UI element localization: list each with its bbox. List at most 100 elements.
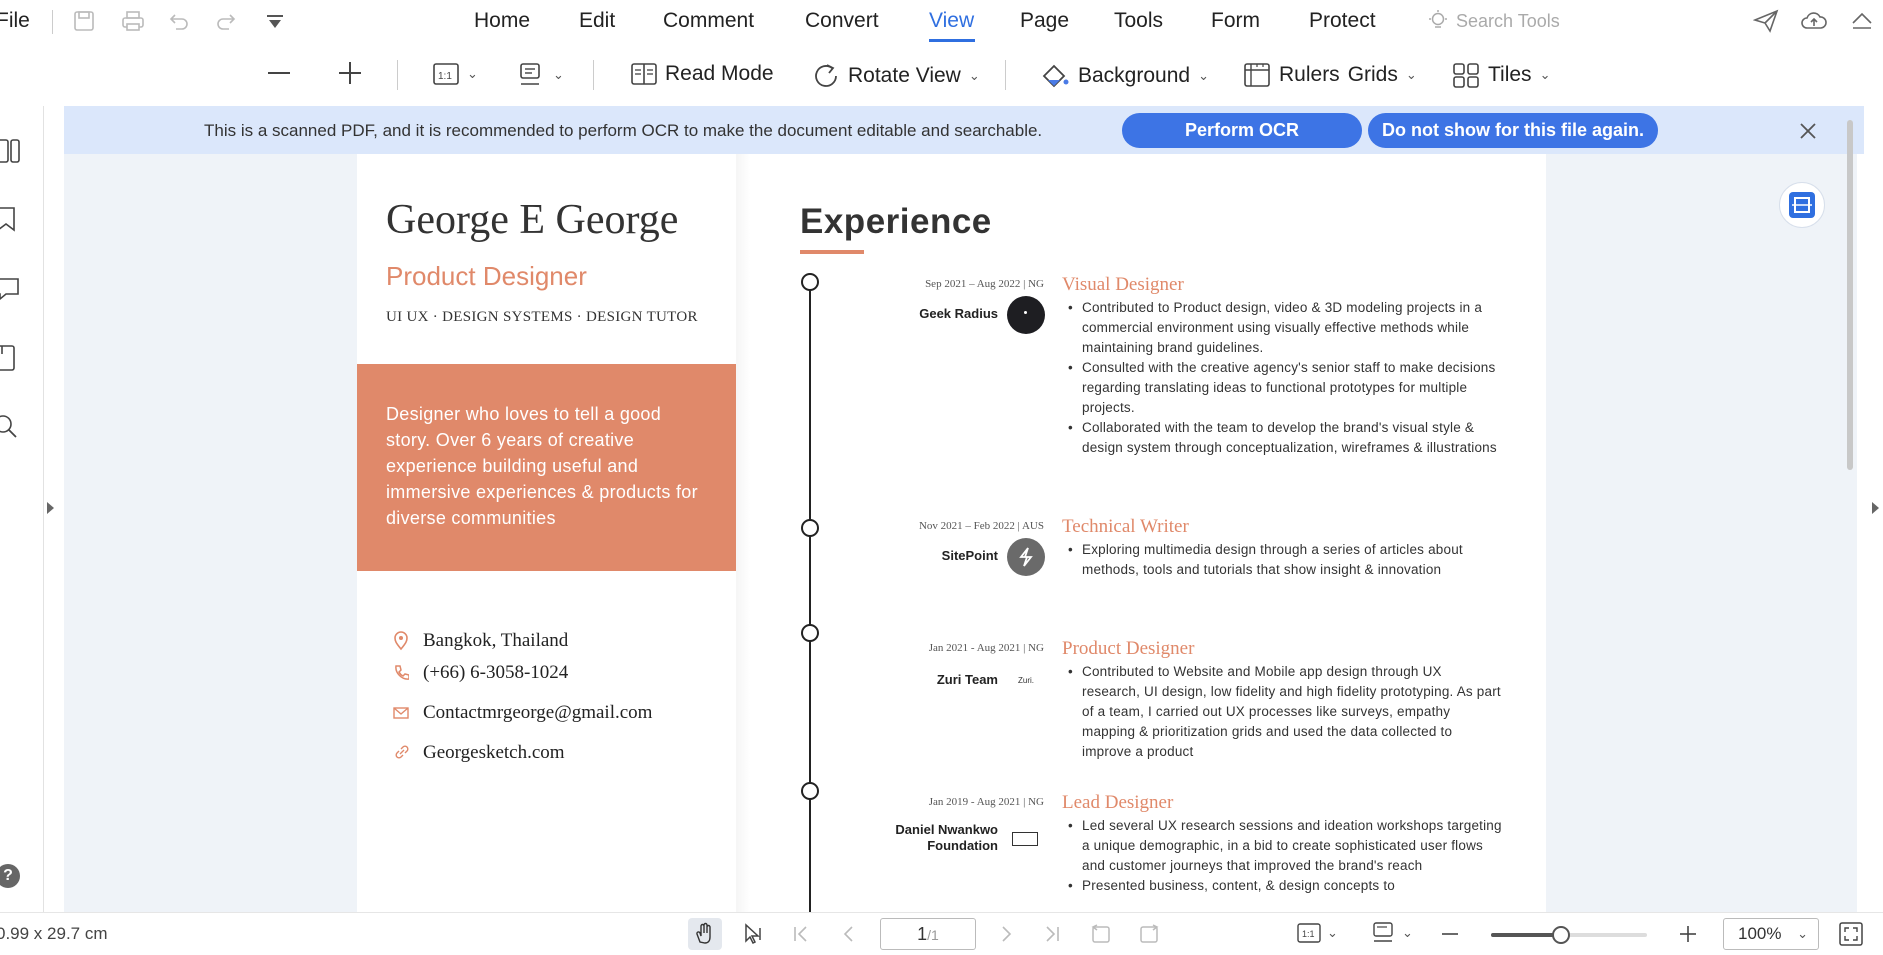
job-bullets: Contributed to Website and Mobile app de… — [1062, 662, 1502, 762]
page-size-readout: 0.99 x 29.7 cm — [0, 924, 108, 943]
contact-location: Bangkok, Thailand — [393, 630, 568, 652]
search-tools-input[interactable]: Search Tools — [1456, 11, 1560, 32]
ocr-notice-message: This is a scanned PDF, and it is recomme… — [204, 121, 1043, 140]
expand-right-panel-icon[interactable] — [1872, 502, 1879, 514]
rotate-view-dropdown[interactable]: Rotate View ⌄ — [812, 62, 980, 90]
status-actual-size-dropdown[interactable]: 1:1 ⌄ — [1297, 922, 1338, 944]
chevron-down-icon: ⌄ — [1797, 926, 1808, 941]
vertical-scrollbar[interactable] — [1847, 120, 1853, 470]
job-company: Daniel Nwankwo Foundation — [895, 822, 998, 854]
page-display-icon — [1373, 922, 1393, 942]
close-icon[interactable] — [1799, 122, 1817, 140]
next-page-icon[interactable] — [995, 923, 1017, 945]
save-icon[interactable] — [73, 10, 95, 32]
experience-timeline — [809, 282, 811, 912]
page-display-icon — [520, 63, 540, 85]
do-not-show-again-button[interactable]: Do not show for this file again. — [1368, 113, 1658, 148]
hand-icon — [696, 922, 711, 944]
job-bullet: Collaborated with the team to develop th… — [1062, 418, 1502, 458]
attachment-icon[interactable] — [0, 344, 20, 372]
zoom-in-icon[interactable] — [1677, 923, 1699, 945]
expand-left-panel-icon[interactable] — [47, 502, 54, 514]
menu-view[interactable]: View — [929, 9, 974, 33]
menu-comment[interactable]: Comment — [663, 9, 754, 33]
help-icon[interactable]: ? — [0, 864, 20, 888]
tiles-dropdown[interactable]: Tiles ⌄ — [1452, 62, 1550, 88]
rulers-grids-dropdown[interactable]: Rulers Grids ⌄ — [1243, 62, 1417, 88]
first-page-icon[interactable] — [790, 923, 812, 945]
link-icon — [395, 745, 409, 759]
menu-form[interactable]: Form — [1211, 9, 1260, 33]
tiles-label: Tiles — [1488, 63, 1532, 86]
menu-edit[interactable]: Edit — [579, 9, 615, 33]
experience-heading: Experience — [800, 202, 992, 241]
column-divider — [736, 154, 750, 912]
job-title: Technical Writer — [1062, 516, 1189, 537]
contact-email-text: Contactmrgeorge@gmail.com — [423, 702, 653, 723]
last-page-icon[interactable] — [1041, 923, 1063, 945]
status-bar: 0.99 x 29.7 cm 1/1 1:1 ⌄ ⌄ 100% ⌄ — [0, 912, 1883, 954]
chevron-down-icon: ⌄ — [1198, 68, 1209, 83]
zoom-slider[interactable] — [1491, 926, 1647, 944]
send-icon[interactable] — [1753, 9, 1779, 33]
menu-divider — [52, 10, 53, 34]
job-title: Product Designer — [1062, 638, 1195, 659]
print-icon[interactable] — [121, 10, 145, 32]
bookmark-icon[interactable] — [0, 206, 20, 232]
status-page-display-dropdown[interactable]: ⌄ — [1372, 921, 1413, 945]
actual-size-dropdown[interactable]: 1:1 ⌄ — [433, 62, 478, 86]
tiles-icon — [1453, 63, 1479, 88]
back-view-icon[interactable] — [1089, 922, 1113, 946]
chevron-down-icon: ⌄ — [1405, 67, 1417, 82]
undo-icon[interactable] — [168, 10, 190, 32]
svg-text:1:1: 1:1 — [438, 71, 452, 82]
job-company-line: Foundation — [927, 838, 998, 853]
job-bullet: Contributed to Website and Mobile app de… — [1062, 662, 1502, 762]
page-number-field[interactable]: 1/1 — [880, 918, 976, 950]
contact-email: Contactmrgeorge@gmail.com — [393, 702, 652, 724]
ocr-floating-button[interactable] — [1779, 182, 1825, 228]
menu-convert[interactable]: Convert — [805, 9, 879, 33]
zoom-in-icon[interactable] — [337, 60, 363, 86]
job-bullet: Consulted with the creative agency's sen… — [1062, 358, 1502, 418]
perform-ocr-button[interactable]: Perform OCR — [1122, 113, 1362, 148]
zoom-level-select[interactable]: 100% ⌄ — [1723, 918, 1819, 950]
fit-page-icon[interactable] — [1838, 921, 1864, 947]
collapse-ribbon-icon[interactable] — [1850, 9, 1874, 33]
experience-heading-underline — [800, 250, 864, 254]
job-company-line: Daniel Nwankwo — [895, 822, 998, 837]
menu-home[interactable]: Home — [474, 9, 530, 33]
thumbnails-icon[interactable] — [0, 138, 22, 164]
resume-role: Product Designer — [386, 261, 587, 291]
job-bullets: Contributed to Product design, video & 3… — [1062, 298, 1502, 458]
forward-view-icon[interactable] — [1137, 922, 1161, 946]
background-dropdown[interactable]: Background ⌄ — [1040, 62, 1209, 90]
location-pin-icon — [394, 631, 408, 651]
page-display-dropdown[interactable]: ⌄ — [519, 62, 564, 88]
select-tool-icon[interactable] — [742, 922, 766, 946]
toolbar-divider — [593, 60, 594, 90]
rotate-icon — [815, 64, 837, 87]
zoom-out-icon[interactable] — [1439, 923, 1461, 945]
menu-page[interactable]: Page — [1020, 9, 1069, 33]
resume-name: George E George — [386, 197, 679, 243]
zoom-slider-fill — [1491, 933, 1562, 937]
read-mode-button[interactable]: Read Mode — [631, 62, 774, 86]
menu-protect[interactable]: Protect — [1309, 9, 1376, 33]
timeline-node — [801, 782, 819, 800]
job-company: Geek Radius — [919, 306, 998, 321]
redo-icon[interactable] — [215, 10, 237, 32]
menu-tools[interactable]: Tools — [1114, 9, 1163, 33]
lightbulb-icon — [1429, 10, 1447, 28]
timeline-node — [801, 519, 819, 537]
actual-size-icon: 1:1 — [1297, 923, 1321, 943]
previous-page-icon[interactable] — [838, 923, 860, 945]
cloud-upload-icon[interactable] — [1800, 9, 1828, 33]
zoom-out-icon[interactable] — [266, 60, 292, 86]
comment-icon[interactable] — [0, 276, 22, 302]
search-icon[interactable] — [0, 414, 22, 440]
hand-tool-button[interactable] — [688, 918, 722, 950]
zoom-slider-thumb[interactable] — [1552, 926, 1571, 944]
menu-file[interactable]: File — [0, 9, 30, 33]
customize-dropdown-icon[interactable] — [265, 13, 285, 31]
